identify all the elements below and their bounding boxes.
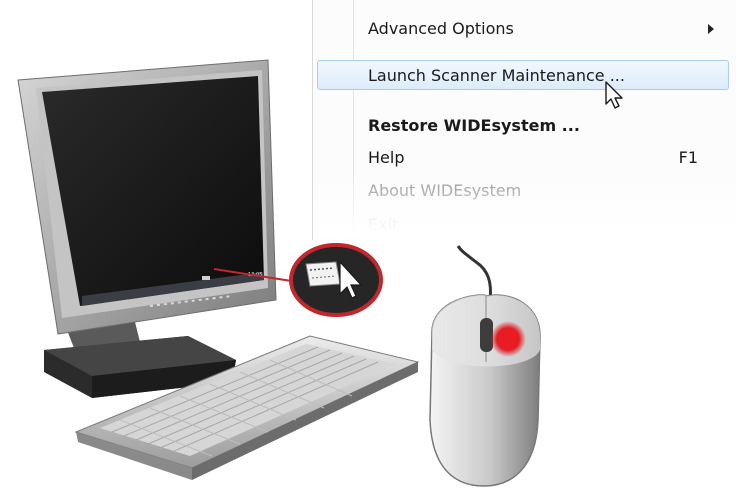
- menu-item-label: About WIDEsystem: [368, 181, 522, 200]
- menu-item-restore-widesystem[interactable]: Restore WIDEsystem ...: [317, 110, 729, 140]
- menu-item-label: Advanced Options: [368, 19, 514, 38]
- mouse-cable: [456, 245, 492, 301]
- monitor: 13:05: [17, 59, 277, 335]
- menu-item-label: Launch Scanner Maintenance ...: [368, 66, 625, 85]
- context-menu: Advanced Options Launch Scanner Maintena…: [312, 0, 736, 240]
- menu-item-help[interactable]: Help F1: [317, 142, 729, 172]
- menu-item-about-widesystem: About WIDEsystem: [317, 175, 729, 205]
- menu-item-label: Exit: [368, 215, 399, 234]
- scanner-tray-icon: [305, 261, 341, 287]
- menu-item-label: Restore WIDEsystem ...: [368, 116, 580, 135]
- menu-item-shortcut: F1: [678, 148, 698, 167]
- menu-item-exit: Exit: [317, 209, 729, 239]
- menu-item-advanced-options[interactable]: Advanced Options: [317, 13, 729, 43]
- tray-scanner-icon: [202, 276, 210, 280]
- menu-item-launch-scanner-maintenance[interactable]: Launch Scanner Maintenance ...: [317, 60, 729, 90]
- mouse-pointer-icon: [605, 81, 623, 109]
- submenu-arrow-icon: [708, 24, 714, 34]
- mouse: [429, 245, 541, 487]
- menu-item-label: Help: [368, 148, 405, 167]
